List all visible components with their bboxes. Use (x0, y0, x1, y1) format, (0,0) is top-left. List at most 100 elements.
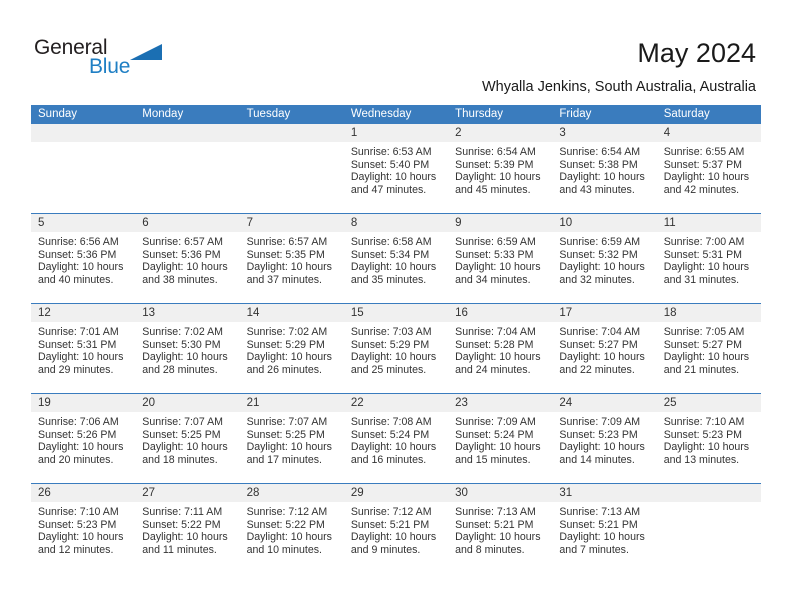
sunset-text: Sunset: 5:22 PM (246, 518, 325, 531)
day-number[interactable]: 20 (135, 394, 239, 412)
day-number[interactable]: 21 (240, 394, 344, 412)
day-number[interactable]: 28 (240, 484, 344, 502)
day-cell[interactable]: Sunrise: 6:53 AM Sunset: 5:40 PM Dayligh… (344, 142, 448, 213)
sunset-text: Sunset: 5:24 PM (350, 428, 430, 441)
daylight-text: Daylight: 10 hours and 15 minutes. (455, 441, 541, 466)
logo-text-blue: Blue (89, 55, 131, 78)
day-cell[interactable]: Sunrise: 6:58 AM Sunset: 5:34 PM Dayligh… (344, 232, 448, 303)
day-cell[interactable]: Sunrise: 7:08 AM Sunset: 5:24 PM Dayligh… (344, 412, 448, 483)
day-cell[interactable]: Sunrise: 6:54 AM Sunset: 5:38 PM Dayligh… (552, 142, 656, 213)
day-cell[interactable] (240, 142, 344, 213)
sunset-text: Sunset: 5:40 PM (350, 158, 430, 171)
day-number[interactable]: 14 (240, 304, 344, 322)
day-number[interactable]: 30 (448, 484, 552, 502)
day-cell[interactable]: Sunrise: 6:54 AM Sunset: 5:39 PM Dayligh… (448, 142, 552, 213)
day-number[interactable] (31, 124, 135, 142)
week-detail-band: Sunrise: 7:01 AM Sunset: 5:31 PM Dayligh… (31, 322, 761, 393)
sunrise-text: Sunrise: 7:10 AM (663, 416, 745, 428)
day-number[interactable]: 6 (135, 214, 239, 232)
weekday-header-tuesday: Tuesday (246, 108, 291, 120)
day-number[interactable]: 13 (135, 304, 239, 322)
sunset-text: Sunset: 5:21 PM (559, 518, 638, 531)
sunrise-text: Sunrise: 6:57 AM (142, 236, 223, 248)
calendar-page: General Blue May 2024 Whyalla Jenkins, S… (0, 0, 792, 612)
day-cell[interactable]: Sunrise: 7:13 AM Sunset: 5:21 PM Dayligh… (552, 502, 656, 573)
day-cell[interactable]: Sunrise: 7:06 AM Sunset: 5:26 PM Dayligh… (31, 412, 135, 483)
daylight-text: Daylight: 10 hours and 43 minutes. (559, 171, 645, 196)
day-number[interactable]: 7 (240, 214, 344, 232)
day-cell[interactable]: Sunrise: 6:59 AM Sunset: 5:33 PM Dayligh… (448, 232, 552, 303)
day-cell[interactable]: Sunrise: 6:56 AM Sunset: 5:36 PM Dayligh… (31, 232, 135, 303)
day-number[interactable]: 18 (657, 304, 761, 322)
daylight-text: Daylight: 10 hours and 16 minutes. (350, 441, 437, 466)
day-number[interactable]: 26 (31, 484, 135, 502)
day-cell[interactable]: Sunrise: 7:10 AM Sunset: 5:23 PM Dayligh… (31, 502, 135, 573)
day-number[interactable]: 3 (552, 124, 656, 142)
day-cell[interactable]: Sunrise: 7:11 AM Sunset: 5:22 PM Dayligh… (135, 502, 239, 573)
day-cell[interactable]: Sunrise: 7:07 AM Sunset: 5:25 PM Dayligh… (135, 412, 239, 483)
day-number[interactable]: 11 (657, 214, 761, 232)
day-cell[interactable]: Sunrise: 7:13 AM Sunset: 5:21 PM Dayligh… (448, 502, 552, 573)
week-detail-band: Sunrise: 6:53 AM Sunset: 5:40 PM Dayligh… (31, 142, 761, 213)
day-cell[interactable]: Sunrise: 7:01 AM Sunset: 5:31 PM Dayligh… (31, 322, 135, 393)
weekday-header-wednesday: Wednesday (350, 108, 412, 120)
day-number[interactable]: 17 (552, 304, 656, 322)
weekday-header-thursday: Thursday (455, 108, 504, 120)
day-cell[interactable]: Sunrise: 6:59 AM Sunset: 5:32 PM Dayligh… (552, 232, 656, 303)
sunset-text: Sunset: 5:36 PM (38, 248, 117, 261)
day-number[interactable]: 23 (448, 394, 552, 412)
daylight-text: Daylight: 10 hours and 18 minutes. (142, 441, 228, 466)
day-number[interactable]: 5 (31, 214, 135, 232)
day-number[interactable]: 16 (448, 304, 552, 322)
day-cell[interactable]: Sunrise: 6:55 AM Sunset: 5:37 PM Dayligh… (657, 142, 761, 213)
day-number[interactable]: 27 (135, 484, 239, 502)
day-number[interactable]: 2 (448, 124, 552, 142)
daylight-text: Daylight: 10 hours and 17 minutes. (246, 441, 332, 466)
daylight-text: Daylight: 10 hours and 24 minutes. (455, 351, 541, 376)
day-number[interactable]: 9 (448, 214, 552, 232)
daylight-text: Daylight: 10 hours and 47 minutes. (350, 171, 437, 196)
day-number[interactable]: 22 (344, 394, 448, 412)
day-cell[interactable]: Sunrise: 7:07 AM Sunset: 5:25 PM Dayligh… (240, 412, 344, 483)
sunset-text: Sunset: 5:37 PM (663, 158, 743, 171)
sunset-text: Sunset: 5:25 PM (246, 428, 325, 441)
day-cell[interactable]: Sunrise: 7:00 AM Sunset: 5:31 PM Dayligh… (657, 232, 761, 303)
day-number[interactable]: 19 (31, 394, 135, 412)
day-number[interactable] (657, 484, 761, 502)
sunrise-text: Sunrise: 7:02 AM (142, 326, 223, 338)
day-number[interactable]: 12 (31, 304, 135, 322)
day-cell[interactable]: Sunrise: 7:04 AM Sunset: 5:28 PM Dayligh… (448, 322, 552, 393)
day-cell[interactable]: Sunrise: 7:05 AM Sunset: 5:27 PM Dayligh… (657, 322, 761, 393)
day-number[interactable]: 4 (657, 124, 761, 142)
day-cell[interactable] (31, 142, 135, 213)
daylight-text: Daylight: 10 hours and 13 minutes. (663, 441, 750, 466)
day-number[interactable]: 10 (552, 214, 656, 232)
day-number[interactable] (135, 124, 239, 142)
day-number[interactable] (240, 124, 344, 142)
day-number[interactable]: 1 (344, 124, 448, 142)
day-cell[interactable]: Sunrise: 6:57 AM Sunset: 5:36 PM Dayligh… (135, 232, 239, 303)
general-blue-logo[interactable]: General Blue (34, 36, 214, 86)
day-cell[interactable]: Sunrise: 7:09 AM Sunset: 5:24 PM Dayligh… (448, 412, 552, 483)
day-number[interactable]: 31 (552, 484, 656, 502)
day-cell[interactable]: Sunrise: 7:12 AM Sunset: 5:21 PM Dayligh… (344, 502, 448, 573)
day-number[interactable]: 24 (552, 394, 656, 412)
sunrise-text: Sunrise: 6:59 AM (559, 236, 641, 248)
day-cell[interactable]: Sunrise: 7:04 AM Sunset: 5:27 PM Dayligh… (552, 322, 656, 393)
day-number[interactable]: 15 (344, 304, 448, 322)
day-number[interactable]: 8 (344, 214, 448, 232)
day-cell[interactable] (657, 502, 761, 573)
week-detail-band: Sunrise: 6:56 AM Sunset: 5:36 PM Dayligh… (31, 232, 761, 303)
day-cell[interactable]: Sunrise: 7:09 AM Sunset: 5:23 PM Dayligh… (552, 412, 656, 483)
day-number[interactable]: 29 (344, 484, 448, 502)
day-cell[interactable]: Sunrise: 7:02 AM Sunset: 5:29 PM Dayligh… (240, 322, 344, 393)
sunrise-text: Sunrise: 7:06 AM (38, 416, 119, 428)
day-number[interactable]: 25 (657, 394, 761, 412)
day-cell[interactable] (135, 142, 239, 213)
day-cell[interactable]: Sunrise: 7:03 AM Sunset: 5:29 PM Dayligh… (344, 322, 448, 393)
day-cell[interactable]: Sunrise: 6:57 AM Sunset: 5:35 PM Dayligh… (240, 232, 344, 303)
day-cell[interactable]: Sunrise: 7:10 AM Sunset: 5:23 PM Dayligh… (657, 412, 761, 483)
day-cell[interactable]: Sunrise: 7:02 AM Sunset: 5:30 PM Dayligh… (135, 322, 239, 393)
day-cell[interactable]: Sunrise: 7:12 AM Sunset: 5:22 PM Dayligh… (240, 502, 344, 573)
calendar-week-row: 5 6 7 8 9 10 11 Sunrise: 6:56 AM Sunset:… (31, 213, 761, 303)
